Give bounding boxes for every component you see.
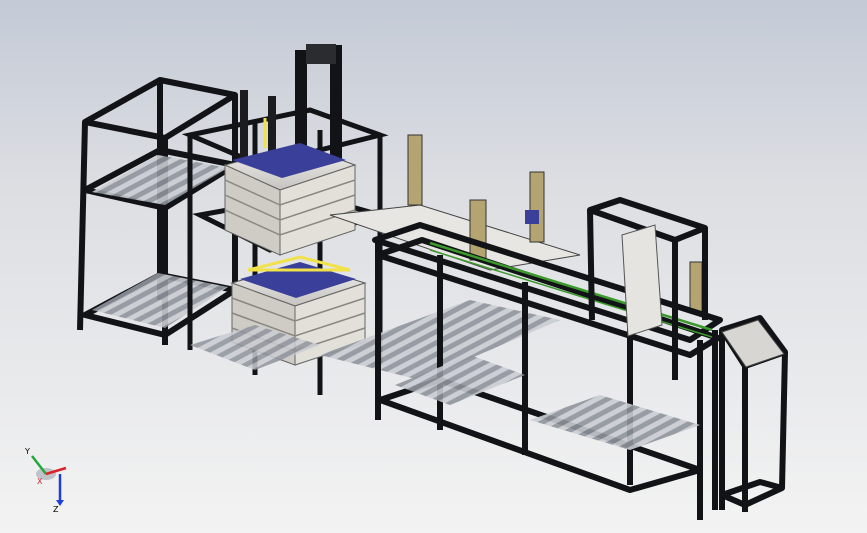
assembly-model[interactable] (0, 0, 867, 533)
graphics-viewport[interactable]: Y X Z (0, 0, 867, 533)
y-axis-label: Y (24, 447, 30, 456)
door-panel (621, 224, 663, 337)
z-axis-label: Z (53, 505, 59, 514)
right-roller-bed (530, 395, 700, 450)
orientation-triad: Y X Z (24, 447, 67, 514)
x-axis-label: X (37, 477, 43, 486)
